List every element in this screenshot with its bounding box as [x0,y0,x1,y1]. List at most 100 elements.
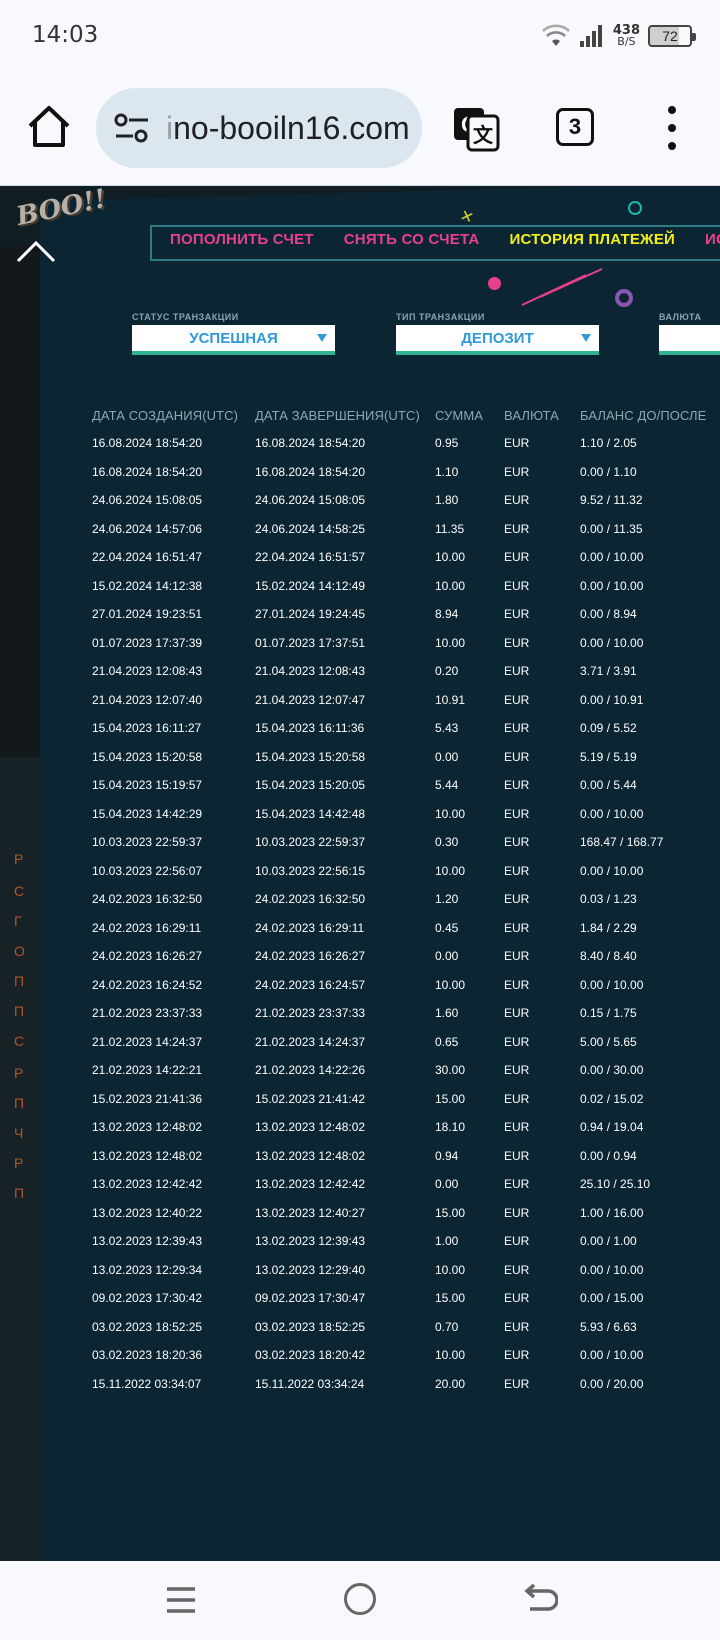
background-menu-letter: Ч [14,1125,24,1141]
cell-amount: 15.00 [435,1291,466,1306]
cell-amount: 10.00 [435,1262,466,1277]
background-menu-letter: Р [14,851,24,867]
tab-payment-history[interactable]: ИСТОРИЯ ПЛАТЕЖЕЙ [509,231,675,248]
cell-amount: 0.00 [435,949,459,964]
cell-created: 13.02.2023 12:42:42 [92,1177,203,1192]
cell-created: 13.02.2023 12:48:02 [92,1120,203,1135]
cell-created: 24.02.2023 16:26:27 [92,949,203,964]
table-row: 13.02.2023 12:48:02 13.02.2023 12:48:02 0.… [92,1142,720,1171]
table-row: 09.02.2023 17:30:42 09.02.2023 17:30:47 15… [92,1284,720,1313]
status-select-value: УСПЕШНАЯ [189,329,278,347]
cell-created: 22.04.2024 16:51:47 [92,550,203,565]
table-row: 15.04.2023 15:20:58 15.04.2023 15:20:58 0.… [92,743,720,772]
wifi-icon [541,24,570,46]
cell-completed: 21.04.2023 12:08:43 [255,664,366,679]
cell-currency: EUR [504,464,530,479]
cell-balance: 3.71 / 3.91 [580,664,637,679]
cell-amount: 1.10 [435,464,459,479]
back-icon[interactable] [522,1581,558,1617]
table-row: 15.11.2022 03:34:07 15.11.2022 03:34:24 20… [92,1370,720,1399]
cell-currency: EUR [504,835,530,850]
cell-completed: 15.04.2023 16:11:36 [255,721,365,736]
table-row: 24.02.2023 16:24:52 24.02.2023 16:24:57 10… [92,971,720,1000]
table-row: 15.02.2024 14:12:38 15.02.2024 14:12:49 10… [92,572,720,601]
cell-currency: EUR [504,436,530,451]
background-menu-letter: П [14,973,25,989]
tab-history-more[interactable]: ИСТО [705,231,720,248]
network-speed: 438 B/S [613,24,640,47]
cell-created: 15.11.2022 03:34:07 [92,1376,202,1391]
cell-created: 15.04.2023 14:42:29 [92,806,203,821]
cell-completed: 01.07.2023 17:37:51 [255,635,366,650]
cell-amount: 0.94 [435,1148,459,1163]
filters: СТАТУС ТРАНЗАКЦИИ УСПЕШНАЯ ТИП ТРАНЗАКЦИ… [0,312,720,372]
currency-filter-label: ВАЛЮТА [659,312,702,322]
cell-balance: 0.00 / 20.00 [580,1376,644,1391]
cell-balance: 0.00 / 10.00 [580,578,644,593]
recent-apps-icon[interactable] [164,1585,198,1615]
decor-circle-icon [615,289,633,307]
cell-balance: 0.00 / 10.00 [580,1348,644,1363]
table-row: 15.04.2023 15:19:57 15.04.2023 15:20:05 5.… [92,771,720,800]
tab-switcher-button[interactable]: 3 [556,108,594,146]
status-select[interactable]: УСПЕШНАЯ [132,325,335,355]
cell-completed: 13.02.2023 12:29:40 [255,1262,366,1277]
cell-amount: 1.00 [435,1234,459,1249]
url-text[interactable]: ino-booiln16.com [166,110,410,147]
cell-completed: 24.02.2023 16:24:57 [255,977,366,992]
cell-completed: 13.02.2023 12:40:27 [255,1205,366,1220]
table-row: 15.02.2023 21:41:36 15.02.2023 21:41:42 15… [92,1085,720,1114]
cell-completed: 15.04.2023 15:20:58 [255,749,366,764]
home-icon[interactable] [24,102,74,152]
cell-amount: 10.00 [435,863,466,878]
svg-text:文: 文 [473,123,494,147]
table-row: 03.02.2023 18:52:25 03.02.2023 18:52:25 0.… [92,1313,720,1342]
cell-completed: 16.08.2024 18:54:20 [255,436,366,451]
web-page: BOO!! ПОПОЛНИТЬ СЧЕТ СНЯТЬ СО СЧЕТА ИСТО… [0,187,720,1561]
address-bar[interactable]: ino-booiln16.com [96,88,422,168]
cell-amount: 10.91 [435,692,466,707]
cell-balance: 0.15 / 1.75 [580,1006,637,1021]
site-settings-icon[interactable] [112,108,152,148]
cell-completed: 13.02.2023 12:48:02 [255,1120,366,1135]
cell-created: 03.02.2023 18:52:25 [92,1319,203,1334]
cell-created: 15.02.2023 21:41:36 [92,1091,203,1106]
more-menu-icon[interactable] [660,106,684,150]
cell-amount: 0.20 [435,664,459,679]
cell-created: 21.02.2023 14:22:21 [92,1063,203,1078]
cell-completed: 15.04.2023 15:20:05 [255,778,366,793]
chevron-down-icon [581,334,591,342]
cell-completed: 27.01.2024 19:24:45 [255,607,366,622]
cell-amount: 15.00 [435,1205,466,1220]
cell-amount: 5.44 [435,778,459,793]
cell-created: 24.02.2023 16:29:11 [92,920,202,935]
status-filter: СТАТУС ТРАНЗАКЦИИ УСПЕШНАЯ [132,312,335,355]
cell-currency: EUR [504,778,530,793]
table-row: 10.03.2023 22:59:37 10.03.2023 22:59:37 0.… [92,828,720,857]
translate-icon[interactable]: G 文 [452,104,500,152]
tab-deposit[interactable]: ПОПОЛНИТЬ СЧЕТ [170,231,314,248]
cell-created: 09.02.2023 17:30:42 [92,1291,203,1306]
home-nav-icon[interactable] [344,1583,376,1615]
cell-created: 10.03.2023 22:59:37 [92,835,203,850]
decor-dot-icon [488,277,501,290]
cell-completed: 15.02.2024 14:12:49 [255,578,366,593]
tab-withdraw[interactable]: СНЯТЬ СО СЧЕТА [344,231,480,248]
cell-completed: 10.03.2023 22:56:15 [255,863,366,878]
cell-amount: 30.00 [435,1063,466,1078]
cell-balance: 1.00 / 16.00 [580,1205,644,1220]
cell-created: 13.02.2023 12:39:43 [92,1234,203,1249]
cell-completed: 24.02.2023 16:26:27 [255,949,366,964]
background-menu-letter: П [14,1185,25,1201]
table-row: 03.02.2023 18:20:36 03.02.2023 18:20:42 10… [92,1341,720,1370]
table-row: 22.04.2024 16:51:47 22.04.2024 16:51:57 10… [92,543,720,572]
cell-balance: 0.00 / 0.94 [580,1148,637,1163]
payment-history-table: ДАТА СОЗДАНИЯ(UTC) ДАТА ЗАВЕРШЕНИЯ(UTC) … [92,401,720,1398]
cell-amount: 15.00 [435,1091,466,1106]
currency-select[interactable] [659,325,720,355]
cell-currency: EUR [504,692,530,707]
collapse-chevron-icon[interactable] [14,235,58,265]
table-row: 27.01.2024 19:23:51 27.01.2024 19:24:45 8.… [92,600,720,629]
cell-completed: 22.04.2024 16:51:57 [255,550,366,565]
type-select[interactable]: ДЕПОЗИТ [396,325,599,355]
